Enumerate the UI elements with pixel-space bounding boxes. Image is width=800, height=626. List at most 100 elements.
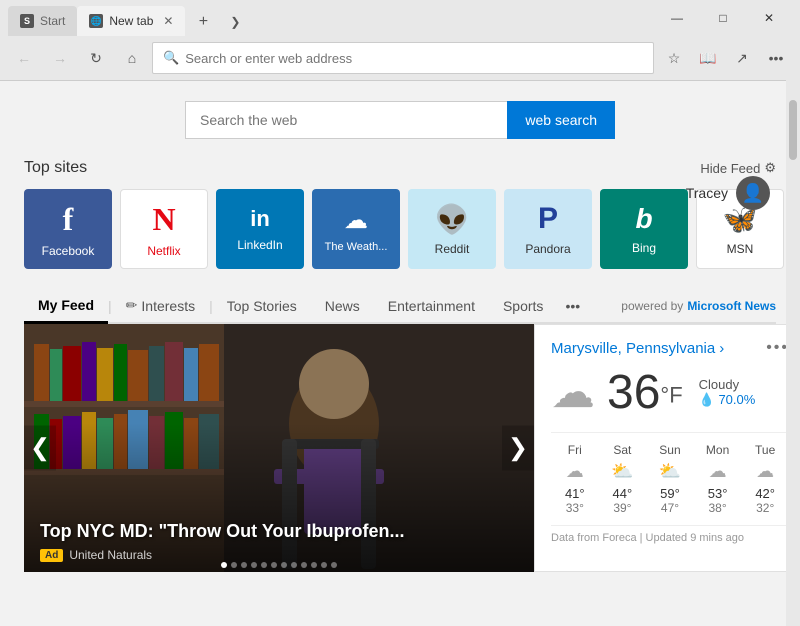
forecast-sun-low: 47°	[646, 501, 694, 515]
forecast-tue-icon: ☁	[741, 461, 789, 482]
microsoft-news-label: Microsoft News	[687, 299, 776, 313]
forecast-tue-name: Tue	[741, 443, 789, 457]
forecast-tue-low: 32°	[741, 501, 789, 515]
tab-my-feed[interactable]: My Feed	[24, 289, 108, 324]
site-tile-reddit[interactable]: 👽 Reddit	[408, 189, 496, 269]
dot-12	[331, 562, 337, 568]
search-icon: 🔍	[163, 50, 179, 66]
forecast-fri: Fri ☁ 41° 33°	[551, 443, 599, 515]
tab-interests[interactable]: ✏ Interests	[112, 289, 209, 322]
forecast-mon-name: Mon	[694, 443, 742, 457]
forecast-fri-high: 41°	[551, 486, 599, 501]
site-tile-netflix[interactable]: N Netflix	[120, 189, 208, 269]
weather-current: ☁ 36°F Cloudy 💧 70.0%	[551, 365, 789, 420]
start-tab-icon: S	[20, 14, 34, 28]
dot-4	[251, 562, 257, 568]
hide-feed-button[interactable]: Hide Feed ⚙	[700, 160, 776, 176]
tab-news[interactable]: News	[311, 290, 374, 322]
tab-arrow-button[interactable]: ❯	[221, 8, 249, 36]
dot-10	[311, 562, 317, 568]
site-tile-weather[interactable]: ☁ The Weath...	[312, 189, 400, 269]
article-prev-button[interactable]: ❮	[24, 426, 56, 471]
avatar[interactable]: 👤	[736, 176, 770, 210]
ad-label: Ad	[40, 549, 63, 562]
top-sites-section: Top sites Hide Feed ⚙ f Facebook N Netfl…	[24, 159, 776, 269]
close-tab-button[interactable]: ✕	[163, 14, 173, 28]
settings-gear-icon[interactable]: ⚙	[764, 160, 776, 176]
forecast-sat-icon: ⛅	[599, 461, 647, 482]
new-tab-button[interactable]: +	[189, 8, 217, 36]
weather-source: Data from Foreca | Updated 9 mins ago	[551, 525, 789, 544]
weather-label: The Weath...	[325, 241, 388, 253]
forecast-sun: Sun ⛅ 59° 47°	[646, 443, 694, 515]
favorites-icon[interactable]: ☆	[658, 42, 690, 74]
weather-precipitation: 💧 70.0%	[699, 392, 756, 408]
tab-start[interactable]: S Start	[8, 6, 77, 36]
dot-2	[231, 562, 237, 568]
dot-8	[291, 562, 297, 568]
entertainment-label: Entertainment	[388, 298, 475, 314]
weather-city-name: Marysville, Pennsylvania	[551, 340, 715, 357]
section-header: Top sites Hide Feed ⚙	[24, 159, 776, 177]
linkedin-icon: in	[250, 206, 270, 232]
powered-by-text: powered by	[621, 299, 683, 313]
sports-label: Sports	[503, 298, 543, 314]
top-stories-label: Top Stories	[227, 298, 297, 314]
forecast-sun-name: Sun	[646, 443, 694, 457]
address-input[interactable]	[185, 51, 643, 66]
search-bar: web search	[185, 101, 615, 139]
ad-badge: Ad United Naturals	[40, 548, 152, 562]
dot-9	[301, 562, 307, 568]
ad-source: United Naturals	[69, 548, 152, 562]
settings-icon[interactable]: •••	[760, 42, 792, 74]
scrollbar[interactable]	[786, 80, 800, 626]
article-image: Top NYC MD: "Throw Out Your Ibuprofen...…	[24, 324, 534, 572]
refresh-button[interactable]: ↻	[80, 42, 112, 74]
reddit-icon: 👽	[435, 203, 470, 236]
site-tile-bing[interactable]: b Bing	[600, 189, 688, 269]
forecast-fri-icon: ☁	[551, 461, 599, 482]
tab-new-tab[interactable]: 🌐 New tab ✕	[77, 6, 185, 36]
address-bar-input-wrap: 🔍	[152, 42, 654, 74]
share-icon[interactable]: ↗	[726, 42, 758, 74]
forecast-mon-icon: ☁	[694, 461, 742, 482]
weather-temperature: 36°F	[607, 365, 683, 420]
forecast-sun-icon: ⛅	[646, 461, 694, 482]
search-input[interactable]	[185, 101, 507, 139]
tab-sports[interactable]: Sports	[489, 290, 557, 322]
dot-6	[271, 562, 277, 568]
search-section: web search	[24, 101, 776, 139]
weather-city-button[interactable]: Marysville, Pennsylvania ›	[551, 340, 724, 357]
search-button[interactable]: web search	[507, 101, 615, 139]
site-tile-facebook[interactable]: f Facebook	[24, 189, 112, 269]
bing-label: Bing	[632, 241, 656, 255]
close-window-button[interactable]: ✕	[746, 0, 792, 36]
news-article[interactable]: Top NYC MD: "Throw Out Your Ibuprofen...…	[24, 324, 534, 572]
forecast-sat-low: 39°	[599, 501, 647, 515]
more-tabs-button[interactable]: •••	[557, 290, 588, 322]
forecast-sat-name: Sat	[599, 443, 647, 457]
site-tile-linkedin[interactable]: in LinkedIn	[216, 189, 304, 269]
minimize-button[interactable]: —	[654, 0, 700, 36]
scroll-thumb[interactable]	[789, 100, 797, 160]
weather-location: Marysville, Pennsylvania › •••	[551, 339, 789, 357]
pandora-label: Pandora	[525, 242, 570, 256]
weather-city-chevron: ›	[719, 340, 724, 357]
bing-icon: b	[635, 203, 652, 235]
back-button[interactable]: ←	[8, 42, 40, 74]
reading-list-icon[interactable]: 📖	[692, 42, 724, 74]
article-next-button[interactable]: ❯	[502, 426, 534, 471]
reddit-label: Reddit	[435, 242, 470, 256]
top-sites-title: Top sites	[24, 159, 87, 177]
home-button[interactable]: ⌂	[116, 42, 148, 74]
maximize-button[interactable]: □	[700, 0, 746, 36]
facebook-label: Facebook	[42, 244, 95, 258]
weather-forecast: Fri ☁ 41° 33° Sat ⛅ 44° 39° Sun ⛅ 59° 47…	[551, 432, 789, 515]
weather-details: Cloudy 💧 70.0%	[699, 377, 756, 408]
weather-tile-icon: ☁	[344, 206, 368, 235]
forward-button[interactable]: →	[44, 42, 76, 74]
tab-entertainment[interactable]: Entertainment	[374, 290, 489, 322]
window-controls: — □ ✕	[654, 0, 792, 36]
tab-top-stories[interactable]: Top Stories	[213, 290, 311, 322]
site-tile-pandora[interactable]: P Pandora	[504, 189, 592, 269]
